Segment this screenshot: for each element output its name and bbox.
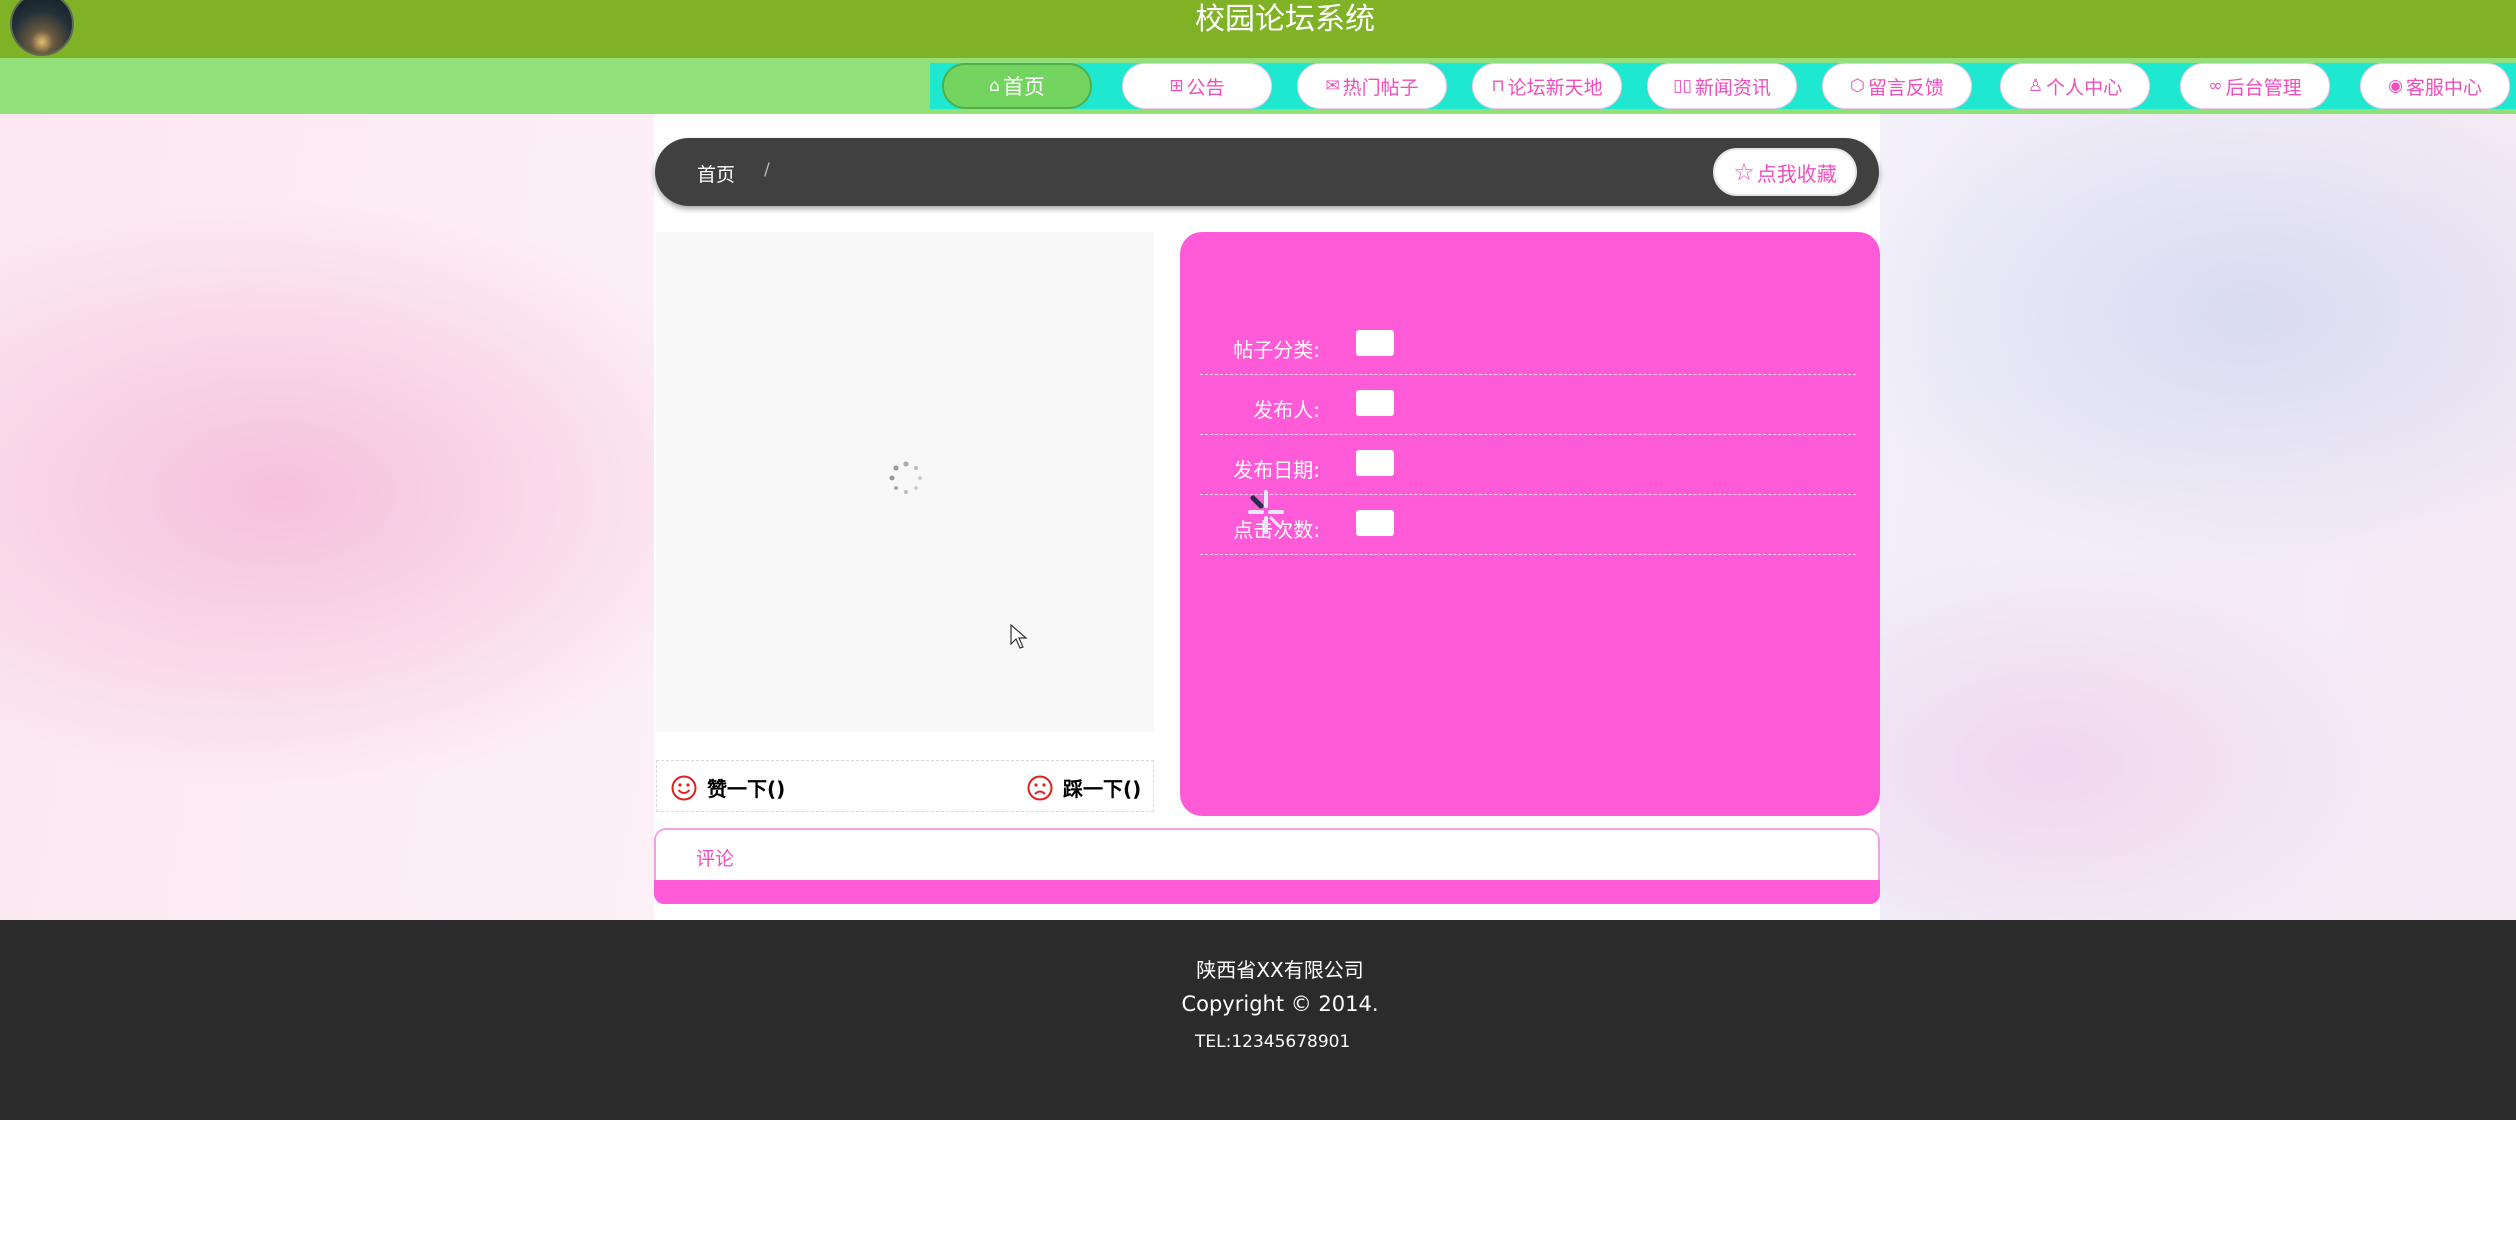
news-icon: ▯▯ (1673, 76, 1692, 96)
info-value (1356, 390, 1394, 416)
comment-bar (654, 880, 1880, 904)
nav-item-news[interactable]: ▯▯ 新闻资讯 (1647, 63, 1797, 109)
info-label: 发布人: (1253, 398, 1320, 422)
home-icon: ⌂ (989, 76, 1000, 96)
nav-item-label: 后台管理 (2225, 76, 2302, 99)
footer-tel: TEL:12345678901 (1195, 1032, 1351, 1052)
tab-comments[interactable]: 评论 (696, 844, 734, 871)
shop-icon: ⊓ (1491, 76, 1505, 96)
nav-item-label: 个人中心 (2046, 76, 2123, 99)
nav-item-label: 论坛新天地 (1507, 76, 1603, 99)
loading-spinner-icon (889, 461, 922, 494)
footer-company: 陕西省XX有限公司 (1196, 958, 1364, 982)
dislike-label: 踩一下() (1063, 777, 1142, 801)
nav-item-announcement[interactable]: ⊞ 公告 (1122, 63, 1272, 109)
site-header: 校园论坛系统 (0, 0, 2516, 58)
info-row-publisher: 发布人: (1200, 376, 1856, 435)
post-info-card: 帖子分类: 发布人: 发布日期: 点击次数: (1180, 232, 1880, 816)
info-label: 发布日期: (1233, 458, 1320, 482)
nav-item-label: 首页 (1002, 75, 1045, 99)
info-value (1356, 450, 1394, 476)
user-icon: ♙ (2027, 76, 2044, 96)
nav-item-label: 留言反馈 (1867, 76, 1944, 99)
info-value (1356, 510, 1394, 536)
info-row-category: 帖子分类: (1200, 316, 1856, 375)
mail-icon: ✉ (1325, 76, 1340, 96)
footer-copyright: Copyright © 2014. (1181, 992, 1379, 1016)
site-title: 校园论坛系统 (1195, 2, 1375, 37)
nav-item-feedback[interactable]: ⬡ 留言反馈 (1822, 63, 1972, 109)
nav-item-label: 热门帖子 (1342, 76, 1419, 99)
info-value (1356, 330, 1394, 356)
mouse-cursor-icon (1010, 624, 1028, 649)
main-navigation: ⌂ 首页 ⊞ 公告 ✉ 热门帖子 ⊓ 论坛新天地 ▯▯ 新闻资讯 ⬡ 留言反馈 … (0, 58, 2516, 114)
favorite-button[interactable]: ☆ 点我收藏 (1713, 148, 1857, 196)
box-icon: ⬡ (1850, 76, 1865, 96)
gift-icon: ⊞ (1169, 76, 1184, 96)
breadcrumb-home-link[interactable]: 首页 (697, 160, 735, 187)
dislike-button[interactable]: 踩一下() (1027, 773, 1141, 802)
nav-item-label: 公告 (1186, 76, 1225, 99)
like-label: 赞一下() (707, 777, 786, 801)
loading-spinner-icon (1248, 490, 1284, 534)
nav-item-label: 新闻资讯 (1694, 76, 1771, 99)
site-footer: 陕西省XX有限公司 Copyright © 2014. TEL:12345678… (0, 920, 2516, 1120)
nav-item-label: 客服中心 (2405, 76, 2482, 99)
chat-icon: ◉ (2388, 76, 2403, 96)
nav-item-home[interactable]: ⌂ 首页 (942, 63, 1092, 109)
info-row-publish-date: 发布日期: (1200, 436, 1856, 495)
nav-item-admin[interactable]: ∞ 后台管理 (2180, 63, 2330, 109)
star-icon: ☆ (1733, 158, 1755, 186)
nav-item-hot-posts[interactable]: ✉ 热门帖子 (1297, 63, 1447, 109)
breadcrumb: 首页 / ☆ 点我收藏 (655, 138, 1879, 206)
favorite-label: 点我收藏 (1756, 161, 1837, 186)
nav-item-customer-service[interactable]: ◉ 客服中心 (2360, 63, 2510, 109)
info-row-click-count: 点击次数: (1200, 496, 1856, 555)
info-label: 帖子分类: (1233, 338, 1320, 362)
smile-icon (671, 775, 697, 800)
link-icon: ∞ (2208, 76, 2223, 96)
like-button[interactable]: 赞一下() (671, 773, 785, 802)
vote-row: 赞一下() 踩一下() (656, 760, 1154, 812)
breadcrumb-separator: / (764, 160, 770, 180)
nav-item-forum[interactable]: ⊓ 论坛新天地 (1472, 63, 1622, 109)
post-image-panel (656, 232, 1154, 732)
nav-item-personal-center[interactable]: ♙ 个人中心 (2000, 63, 2150, 109)
comment-section: 评论 (654, 828, 1880, 882)
frown-icon (1027, 775, 1053, 800)
